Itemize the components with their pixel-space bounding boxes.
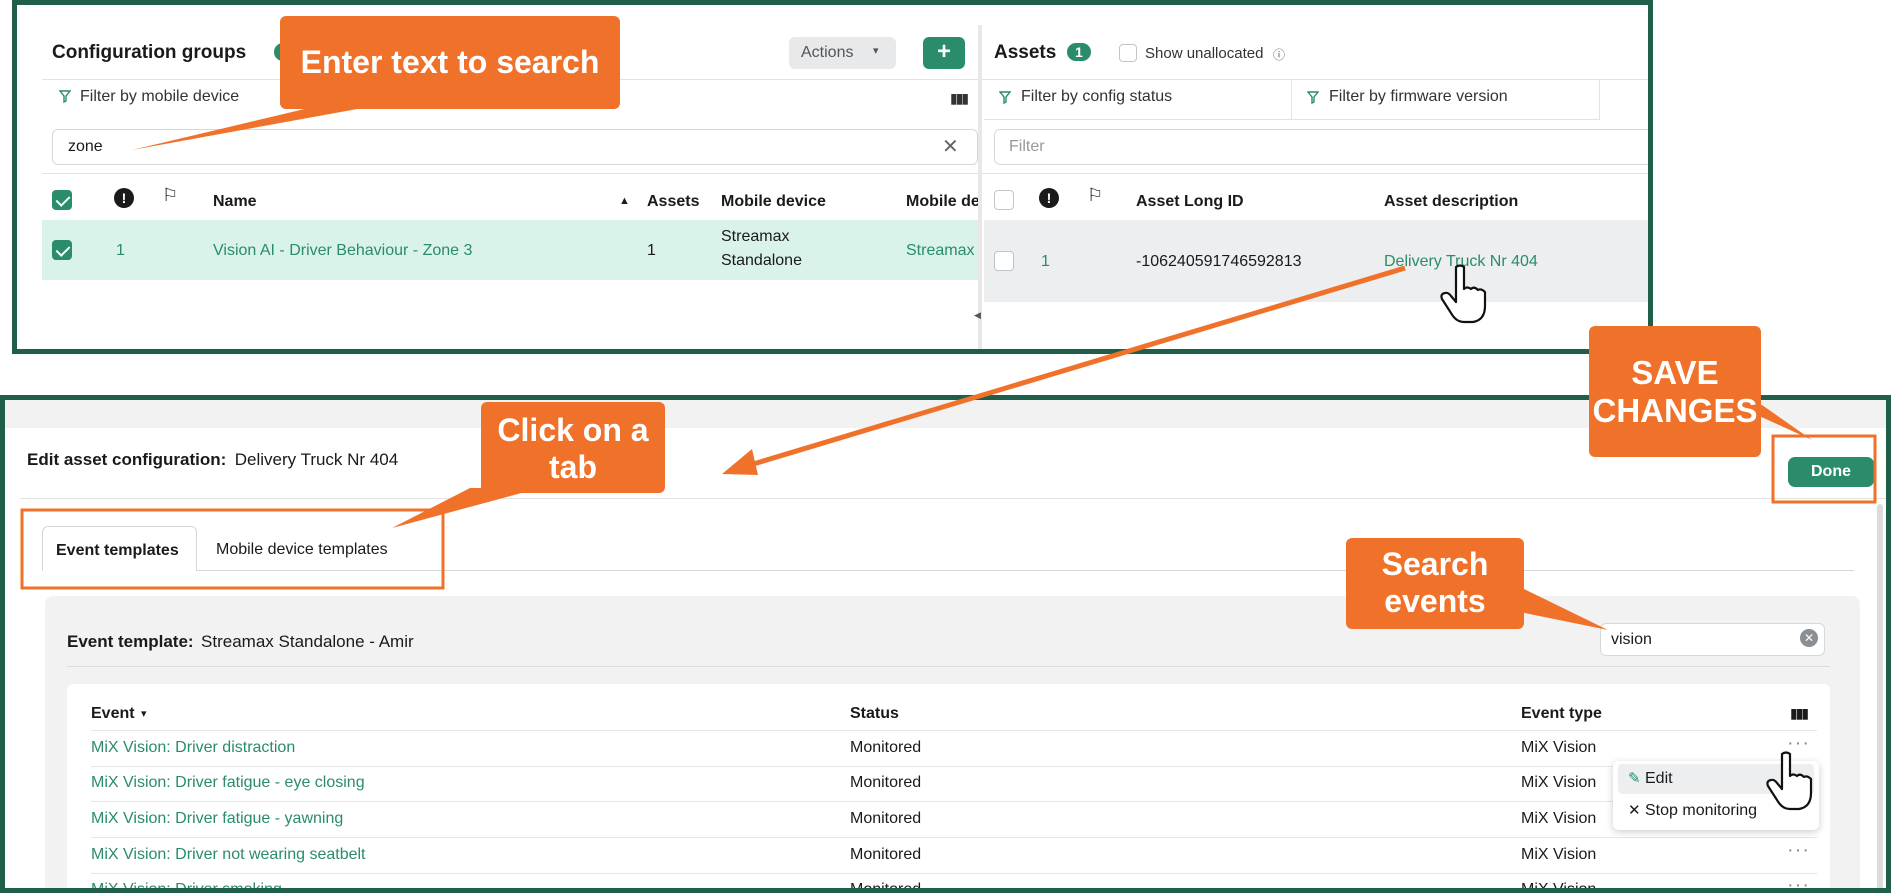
- hand-cursor-icon: [1440, 264, 1487, 324]
- enter-text-pointer: [132, 103, 390, 150]
- callout-save-line2: CHANGES: [1592, 391, 1758, 429]
- tabs-highlight: [20, 508, 445, 590]
- callout-save-line1: SAVE: [1631, 354, 1719, 391]
- flow-arrow: [739, 265, 1406, 471]
- click-tab-pointer: [392, 488, 540, 528]
- search-events-pointer: [1520, 587, 1608, 630]
- hand-cursor-icon: [1766, 751, 1813, 811]
- callout-click-tab: Click on a tab: [481, 402, 665, 493]
- callout-search-events-line1: Search: [1381, 546, 1489, 582]
- done-highlight: [1771, 434, 1877, 504]
- callout-save-changes: SAVE CHANGES: [1589, 326, 1761, 457]
- flow-arrowhead: [722, 449, 758, 475]
- callout-click-tab-line2: tab: [549, 448, 597, 485]
- callout-click-tab-line1: Click on a: [497, 412, 649, 448]
- callout-search-events: Search events: [1346, 538, 1524, 629]
- callout-enter-text-label: Enter text to search: [300, 44, 600, 80]
- callout-search-events-line2: events: [1384, 582, 1486, 619]
- callout-enter-text: Enter text to search: [280, 16, 620, 109]
